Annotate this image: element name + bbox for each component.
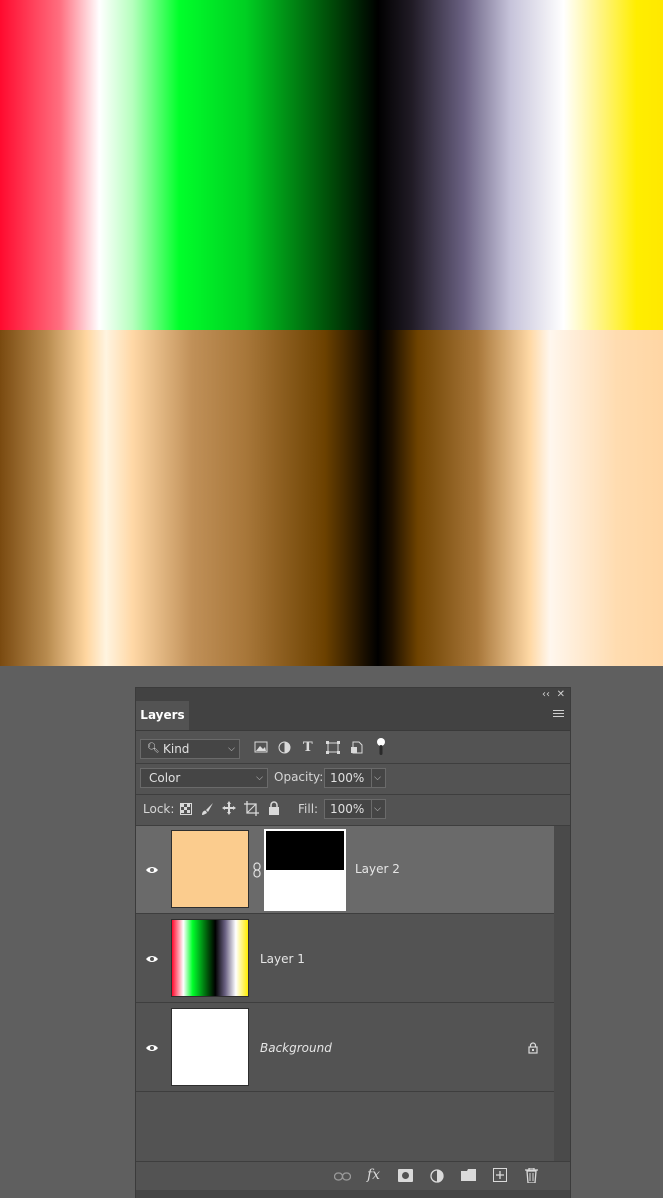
delete-layer-icon[interactable]	[525, 1168, 538, 1183]
layer-thumbnail[interactable]	[171, 830, 249, 908]
fill-input[interactable]: 100% ⌵	[324, 799, 386, 819]
layer-name[interactable]: Layer 2	[355, 862, 400, 876]
blend-row: Color ⌵ Opacity: 100% ⌵	[136, 764, 570, 795]
lock-icon	[528, 1042, 538, 1054]
panel-resize-grip[interactable]	[136, 1190, 570, 1198]
link-layers-icon[interactable]	[334, 1172, 351, 1181]
image-filter-icon[interactable]	[254, 741, 268, 753]
filter-row: 🔍︎ Kind ⌵ T	[136, 731, 570, 764]
add-mask-icon[interactable]	[398, 1169, 413, 1182]
adjustment-filter-icon[interactable]	[278, 741, 291, 754]
layers-scrollbar[interactable]	[554, 826, 570, 1161]
chevron-down-icon: ⌵	[256, 773, 263, 783]
blend-mode-value: Color	[149, 771, 181, 785]
lock-position-icon[interactable]	[222, 801, 236, 815]
shape-filter-icon[interactable]	[326, 741, 340, 754]
layer-mask-thumbnail[interactable]	[264, 829, 346, 911]
chevron-down-icon: ⌵	[228, 744, 235, 754]
lock-artboard-icon[interactable]	[244, 801, 259, 816]
layers-footer-toolbar: fx	[136, 1161, 570, 1192]
kind-filter-select[interactable]: 🔍︎ Kind ⌵	[140, 739, 240, 759]
chevron-down-icon[interactable]: ⌵	[374, 800, 381, 818]
lock-all-icon[interactable]	[268, 801, 280, 815]
mask-link-icon[interactable]	[253, 862, 261, 878]
canvas-image-bottom-gradient	[0, 330, 663, 666]
layer-row-background[interactable]: Background	[136, 1004, 554, 1092]
canvas-image-top-gradient	[0, 0, 663, 330]
layer-thumbnail[interactable]	[171, 1008, 249, 1086]
adjustment-layer-icon[interactable]	[430, 1169, 444, 1183]
layer-name[interactable]: Layer 1	[260, 952, 305, 966]
close-icon[interactable]: ✕	[557, 688, 565, 701]
blend-mode-select[interactable]: Color ⌵	[140, 768, 268, 788]
visibility-eye-icon[interactable]	[146, 1042, 158, 1054]
lock-image-pixels-icon[interactable]	[201, 802, 214, 816]
fx-icon[interactable]: fx	[367, 1167, 380, 1183]
layer-row-layer-1[interactable]: Layer 1	[136, 915, 554, 1003]
new-layer-icon[interactable]	[493, 1168, 507, 1182]
layer-row-layer-2[interactable]: Layer 2	[136, 826, 554, 914]
lock-label: Lock:	[143, 802, 175, 816]
layers-panel: ‹‹ ✕ Layers 🔍︎ Kind ⌵ T Color ⌵ Opacity:…	[135, 687, 571, 1198]
tab-layers[interactable]: Layers	[136, 701, 189, 730]
chevron-down-icon[interactable]: ⌵	[374, 769, 381, 787]
hamburger-menu-icon[interactable]	[553, 710, 564, 719]
new-group-icon[interactable]	[461, 1169, 476, 1181]
double-chevron-left-icon[interactable]: ‹‹	[542, 688, 550, 701]
fill-value: 100%	[330, 802, 365, 816]
lock-row: Lock: Fill: 100% ⌵	[136, 795, 570, 826]
layer-name[interactable]: Background	[260, 1041, 332, 1055]
opacity-label: Opacity:	[274, 770, 324, 784]
panel-titlebar: ‹‹ ✕	[136, 688, 570, 701]
visibility-eye-icon[interactable]	[146, 864, 158, 876]
visibility-eye-icon[interactable]	[146, 953, 158, 965]
smart-object-filter-icon[interactable]	[350, 741, 363, 754]
opacity-input[interactable]: 100% ⌵	[324, 768, 386, 788]
filter-toggle-icon[interactable]	[376, 737, 386, 757]
layer-thumbnail[interactable]	[171, 919, 249, 997]
opacity-value: 100%	[330, 771, 365, 785]
panel-tab-row: Layers	[136, 701, 570, 731]
type-filter-icon[interactable]: T	[303, 741, 313, 755]
lock-transparent-pixels-icon[interactable]	[180, 803, 192, 815]
kind-filter-label: Kind	[163, 742, 190, 756]
search-icon: 🔍︎	[147, 743, 160, 754]
fill-label: Fill:	[298, 802, 319, 816]
